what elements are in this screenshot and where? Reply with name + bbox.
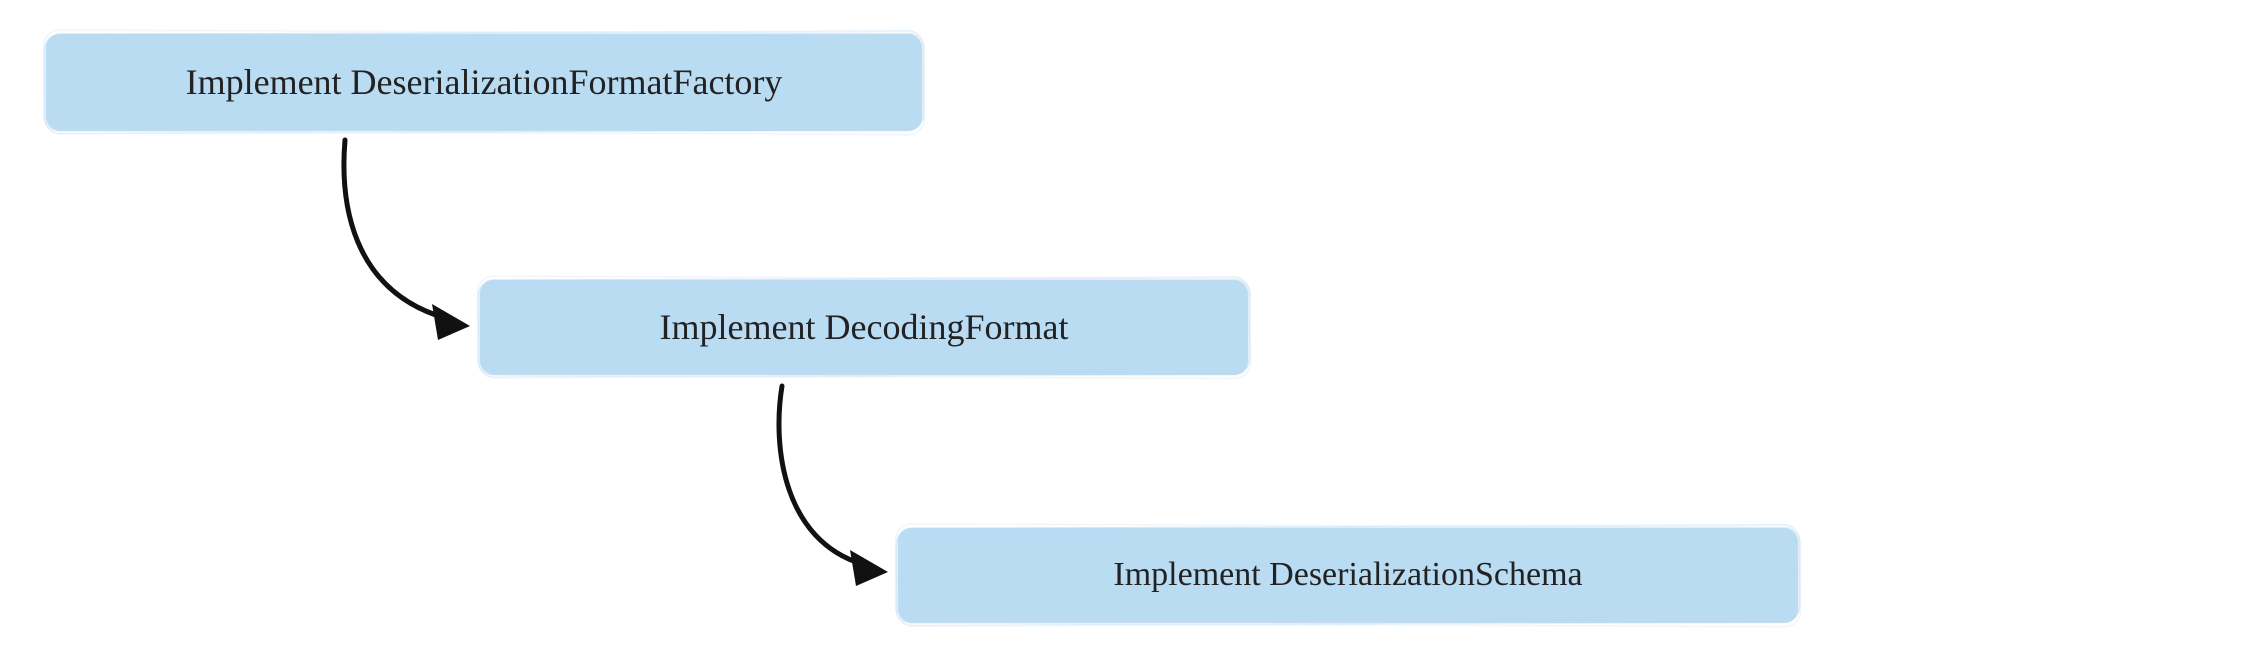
node-label: Implement DeserializationFormatFactory: [186, 61, 783, 103]
diagram-canvas: Implement DeserializationFormatFactory I…: [0, 0, 2248, 662]
diagram-edge-step1-step2: [344, 140, 470, 340]
diagram-node-step2: Implement DecodingFormat: [480, 280, 1248, 374]
node-label: Implement DeserializationSchema: [1113, 556, 1582, 594]
diagram-edge-step2-step3: [779, 386, 888, 586]
diagram-node-step3: Implement DeserializationSchema: [898, 528, 1798, 622]
diagram-node-step1: Implement DeserializationFormatFactory: [46, 34, 922, 130]
node-label: Implement DecodingFormat: [660, 306, 1069, 348]
